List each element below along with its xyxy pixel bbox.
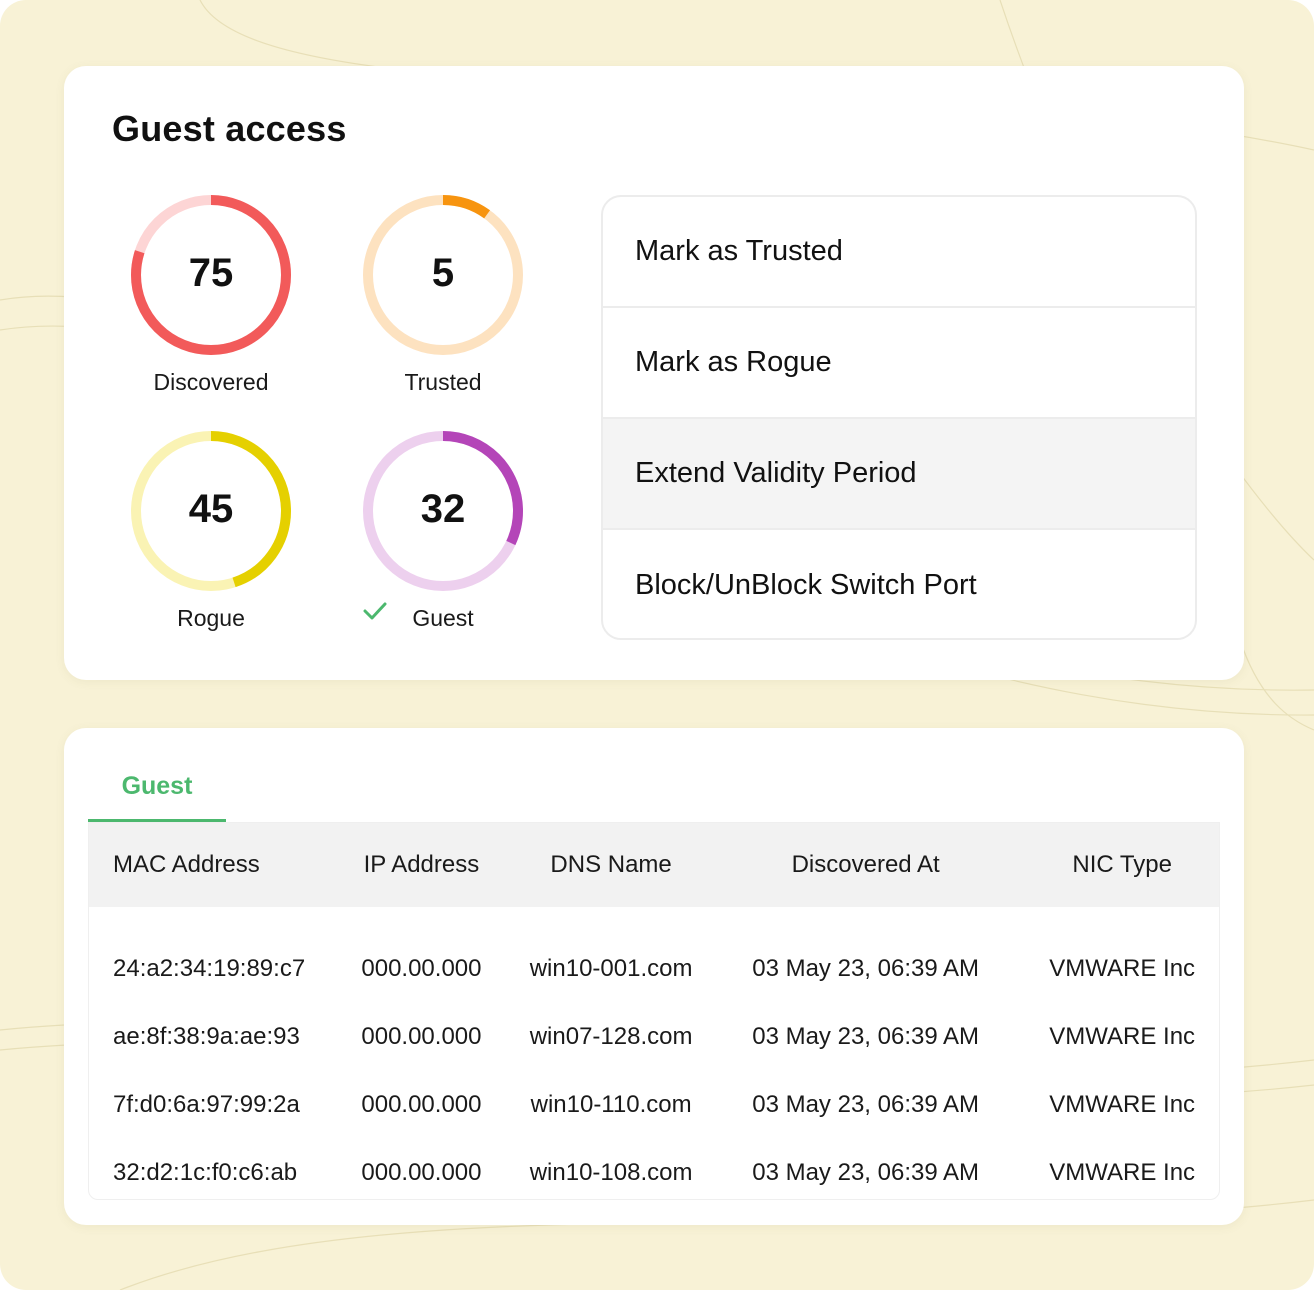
cell-mac-address: 24:a2:34:19:89:c7 bbox=[113, 955, 306, 982]
column-header-dns-name[interactable]: DNS Name bbox=[516, 851, 706, 879]
cell-dns-name: win10-110.com bbox=[530, 1091, 692, 1118]
column-header-ip-address[interactable]: IP Address bbox=[327, 851, 517, 879]
cell-dns-name: win10-108.com bbox=[529, 1159, 693, 1186]
stat-rogue[interactable]: 45 Rogue bbox=[126, 431, 296, 641]
page-title: Guest access bbox=[112, 108, 347, 149]
cell-dns-name: win10-001.com bbox=[529, 955, 693, 982]
stat-label: Guest bbox=[412, 605, 474, 631]
stat-discovered[interactable]: 75 Discovered bbox=[126, 195, 296, 405]
extend-validity-period-button[interactable]: Extend Validity Period bbox=[603, 419, 1195, 530]
stat-value: 32 bbox=[420, 487, 466, 531]
cell-dns-name: win07-128.com bbox=[529, 1023, 693, 1050]
stat-label: Discovered bbox=[153, 369, 269, 395]
cell-ip-address: 000.00.000 bbox=[361, 1091, 482, 1118]
guest-table-card: Guest MAC Address IP Address DNS Name Di… bbox=[64, 728, 1244, 1225]
table-body: 24:a2:34:19:89:c7 000.00.000 win10-001.c… bbox=[89, 907, 1219, 1199]
cell-nic-type: VMWARE Inc bbox=[1049, 955, 1196, 982]
stat-label: Rogue bbox=[177, 605, 245, 631]
cell-ip-address: 000.00.000 bbox=[361, 1023, 482, 1050]
column-header-nic-type[interactable]: NIC Type bbox=[1025, 851, 1219, 879]
table-row[interactable]: 32:d2:1c:f0:c6:ab 000.00.000 win10-108.c… bbox=[89, 1139, 1219, 1199]
cell-discovered-at: 03 May 23, 06:39 AM bbox=[752, 1023, 980, 1050]
cell-discovered-at: 03 May 23, 06:39 AM bbox=[752, 1159, 980, 1186]
stat-value: 45 bbox=[188, 487, 234, 531]
mark-as-rogue-button[interactable]: Mark as Rogue bbox=[603, 308, 1195, 419]
stat-guest[interactable]: 32 Guest bbox=[358, 431, 528, 641]
stat-label-row: Guest bbox=[358, 602, 528, 632]
cell-mac-address: 7f:d0:6a:97:99:2a bbox=[113, 1091, 300, 1118]
block-unblock-switch-port-button[interactable]: Block/UnBlock Switch Port bbox=[603, 530, 1195, 638]
table-row[interactable]: 24:a2:34:19:89:c7 000.00.000 win10-001.c… bbox=[89, 935, 1219, 1003]
column-header-discovered-at[interactable]: Discovered At bbox=[706, 851, 1025, 879]
guest-table: MAC Address IP Address DNS Name Discover… bbox=[88, 822, 1220, 1200]
table-row[interactable]: ae:8f:38:9a:ae:93 000.00.000 win07-128.c… bbox=[89, 1003, 1219, 1071]
column-header-mac-address[interactable]: MAC Address bbox=[89, 851, 327, 879]
cell-mac-address: 32:d2:1c:f0:c6:ab bbox=[113, 1159, 298, 1186]
stat-value: 5 bbox=[431, 251, 455, 295]
stat-value: 75 bbox=[188, 251, 234, 295]
guest-access-card: Guest access 75 Discovered 5 Trusted 45 … bbox=[64, 66, 1244, 680]
cell-nic-type: VMWARE Inc bbox=[1049, 1091, 1196, 1118]
check-icon bbox=[363, 602, 387, 620]
table-row[interactable]: 7f:d0:6a:97:99:2a 000.00.000 win10-110.c… bbox=[89, 1071, 1219, 1139]
mark-as-trusted-button[interactable]: Mark as Trusted bbox=[603, 197, 1195, 308]
cell-discovered-at: 03 May 23, 06:39 AM bbox=[752, 1091, 980, 1118]
cell-nic-type: VMWARE Inc bbox=[1049, 1023, 1196, 1050]
stat-label: Trusted bbox=[404, 369, 482, 395]
tab-guest[interactable]: Guest bbox=[88, 768, 226, 822]
cell-ip-address: 000.00.000 bbox=[361, 1159, 482, 1186]
cell-discovered-at: 03 May 23, 06:39 AM bbox=[752, 955, 980, 982]
table-header: MAC Address IP Address DNS Name Discover… bbox=[89, 823, 1219, 907]
stat-trusted[interactable]: 5 Trusted bbox=[358, 195, 528, 405]
actions-menu: Mark as Trusted Mark as Rogue Extend Val… bbox=[601, 195, 1197, 640]
cell-ip-address: 000.00.000 bbox=[361, 955, 482, 982]
cell-mac-address: ae:8f:38:9a:ae:93 bbox=[113, 1023, 300, 1050]
cell-nic-type: VMWARE Inc bbox=[1049, 1159, 1196, 1186]
